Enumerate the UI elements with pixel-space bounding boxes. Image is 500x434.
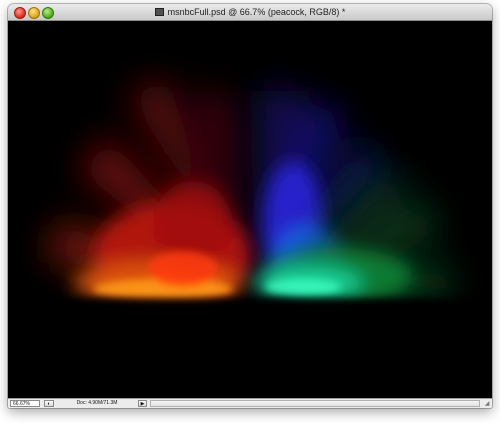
window-title-text: msnbcFull.psd @ 66.7% (peacock, RGB/8) *	[167, 7, 346, 17]
peacock-artwork	[8, 21, 492, 398]
document-icon	[154, 8, 164, 16]
status-bar: 66.67% ◐ Doc: 4.90M/71.3M ▶ ◢	[8, 398, 492, 408]
horizontal-scrollbar[interactable]	[150, 400, 480, 407]
document-size-info: Doc: 4.90M/71.3M	[76, 400, 118, 406]
zoom-level-value: 66.67%	[13, 401, 30, 407]
resize-grip-icon[interactable]: ◢	[483, 400, 491, 408]
title-bar[interactable]: msnbcFull.psd @ 66.7% (peacock, RGB/8) *	[8, 4, 492, 21]
stepper-icon: ◐	[47, 401, 51, 407]
zoom-stepper-button[interactable]: ◐	[44, 400, 54, 407]
status-menu-button[interactable]: ▶	[138, 400, 147, 407]
document-canvas[interactable]	[8, 21, 492, 398]
window-title: msnbcFull.psd @ 66.7% (peacock, RGB/8) *	[8, 4, 492, 20]
play-arrow-icon: ▶	[140, 401, 145, 407]
document-window: msnbcFull.psd @ 66.7% (peacock, RGB/8) *	[8, 4, 492, 408]
zoom-level-field[interactable]: 66.67%	[10, 400, 40, 407]
